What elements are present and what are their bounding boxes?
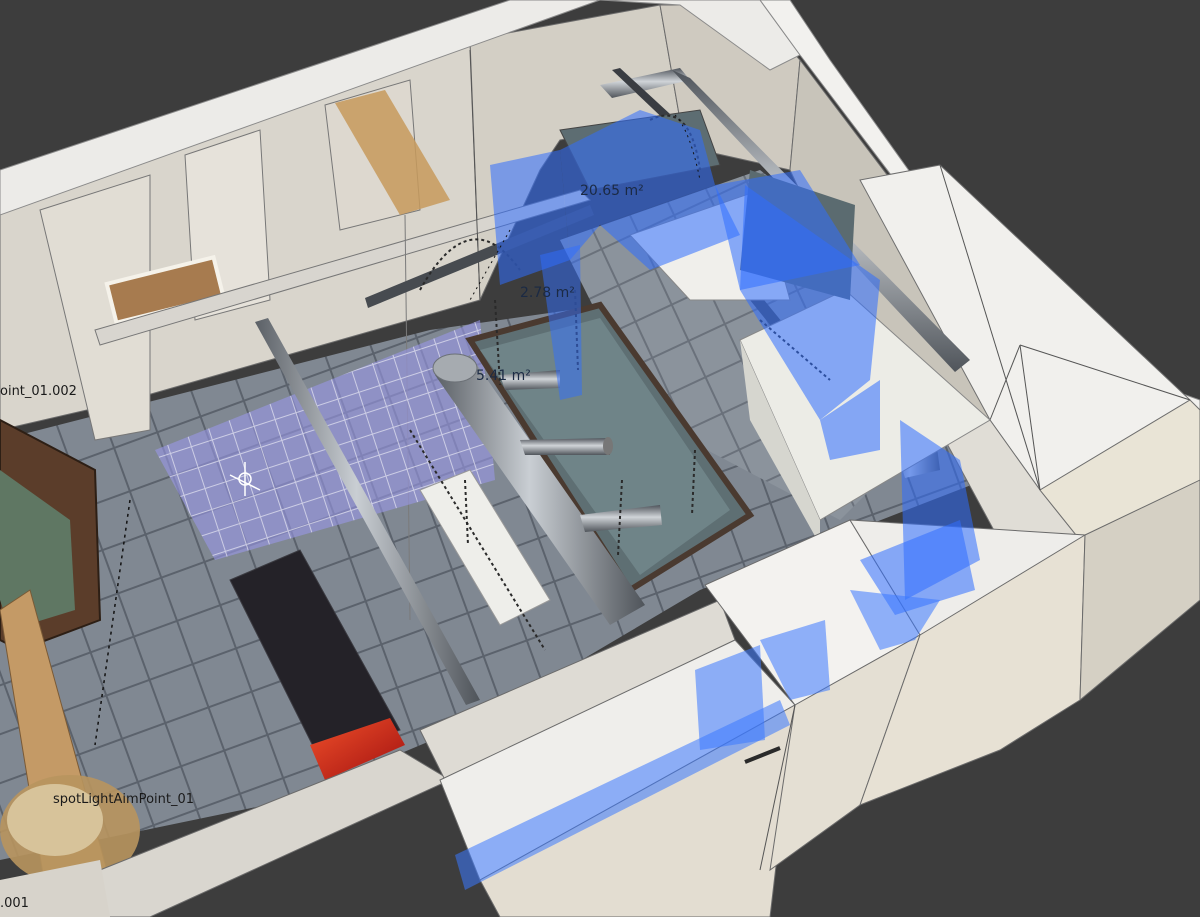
- 3d-viewport[interactable]: 20.65 m² 2.78 m² 5.41 m² oint_01.002 spo…: [0, 0, 1200, 917]
- area-label-medium: 2.78 m²: [520, 285, 575, 301]
- area-label-small: 5.41 m²: [476, 368, 531, 384]
- scene-render[interactable]: [0, 0, 1200, 917]
- area-label-large: 20.65 m²: [580, 183, 644, 199]
